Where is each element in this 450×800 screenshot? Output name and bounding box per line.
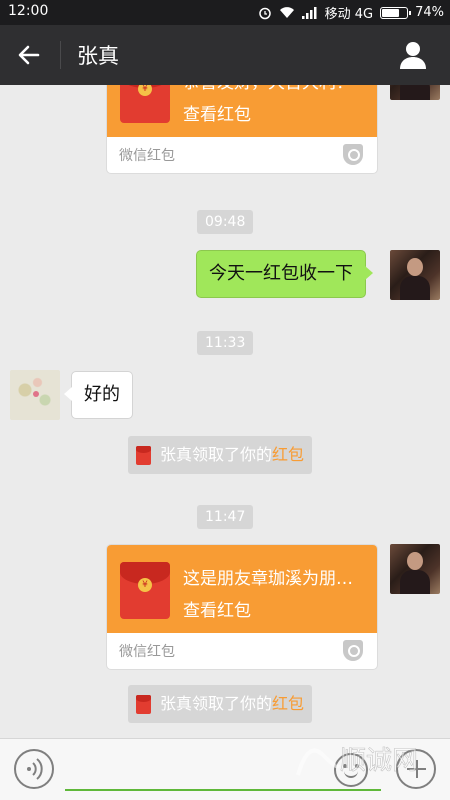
hongbao-open-label: 查看红包 <box>183 105 251 125</box>
avatar[interactable] <box>390 85 440 100</box>
system-notice-link[interactable]: 红包 <box>272 694 304 713</box>
yuan-coin-icon: ¥ <box>138 578 152 592</box>
red-envelope-icon: ¥ <box>120 85 170 123</box>
system-notice: 张真领取了你的红包 <box>128 685 313 723</box>
hongbao-card[interactable]: ¥ 这是朋友章珈溪为朋… 查看红包 微信红包 <box>106 544 378 670</box>
battery-icon <box>380 6 412 19</box>
message-incoming[interactable]: 好的 <box>64 371 133 419</box>
system-notice-text: 张真领取了你的 <box>160 694 273 713</box>
hongbao-footer: 微信红包 <box>107 633 377 669</box>
hongbao-brand: 微信红包 <box>119 148 175 164</box>
system-notice: 张真领取了你的红包 <box>128 436 313 474</box>
voice-icon[interactable] <box>14 749 54 789</box>
hongbao-card[interactable]: ¥ 恭喜发财，大吉大利！ 查看红包 微信红包 <box>106 85 378 174</box>
hongbao-footer: 微信红包 <box>107 137 377 173</box>
hongbao-message: 这是朋友章珈溪为朋… <box>183 569 353 589</box>
red-envelope-icon: ¥ <box>120 562 170 619</box>
hongbao-brand: 微信红包 <box>119 644 175 660</box>
page-title: 张真 <box>77 44 119 68</box>
red-envelope-icon <box>136 695 151 714</box>
shield-icon <box>343 640 363 661</box>
timestamp: 11:47 <box>197 505 254 529</box>
message-outgoing[interactable]: 今天一红包收一下 <box>196 250 373 298</box>
hongbao-top: ¥ 恭喜发财，大吉大利！ 查看红包 <box>107 85 377 137</box>
hongbao-message: 恭喜发财，大吉大利！ <box>183 85 369 93</box>
signal-icon <box>301 6 317 19</box>
system-notice-text: 张真领取了你的 <box>160 445 273 464</box>
status-time: 12:00 <box>8 3 49 19</box>
voice-waves-icon <box>27 758 43 780</box>
carrier-label: 移动 4G <box>324 7 374 22</box>
timestamp: 11:33 <box>197 331 254 355</box>
svg-text:顺诚网: 顺诚网 <box>340 746 418 776</box>
chat-area[interactable]: ¥ 恭喜发财，大吉大利！ 查看红包 微信红包 09:48 今天一红包收一下 11… <box>0 85 450 738</box>
status-bar: 12:00 移动 4G 74% <box>0 0 450 25</box>
wifi-icon <box>279 7 294 18</box>
hongbao-top: ¥ 这是朋友章珈溪为朋… 查看红包 <box>107 545 377 633</box>
user-icon[interactable] <box>398 40 428 70</box>
watermark-logo: 顺诚网 <box>296 746 418 776</box>
chat-header: 张真 <box>0 25 450 85</box>
red-envelope-icon <box>136 446 151 465</box>
system-notice-link[interactable]: 红包 <box>272 445 304 464</box>
status-right: 移动 4G 74% <box>258 3 444 22</box>
avatar[interactable] <box>390 250 440 300</box>
header-divider <box>60 41 61 69</box>
back-arrow-icon[interactable] <box>14 40 44 70</box>
timestamp: 09:48 <box>197 210 254 234</box>
alarm-icon <box>258 7 271 19</box>
battery-label: 74% <box>415 5 444 20</box>
avatar-contact[interactable] <box>10 370 60 420</box>
avatar[interactable] <box>390 544 440 594</box>
shield-icon <box>343 144 363 165</box>
hongbao-open-label: 查看红包 <box>183 601 251 621</box>
yuan-coin-icon: ¥ <box>138 85 152 96</box>
